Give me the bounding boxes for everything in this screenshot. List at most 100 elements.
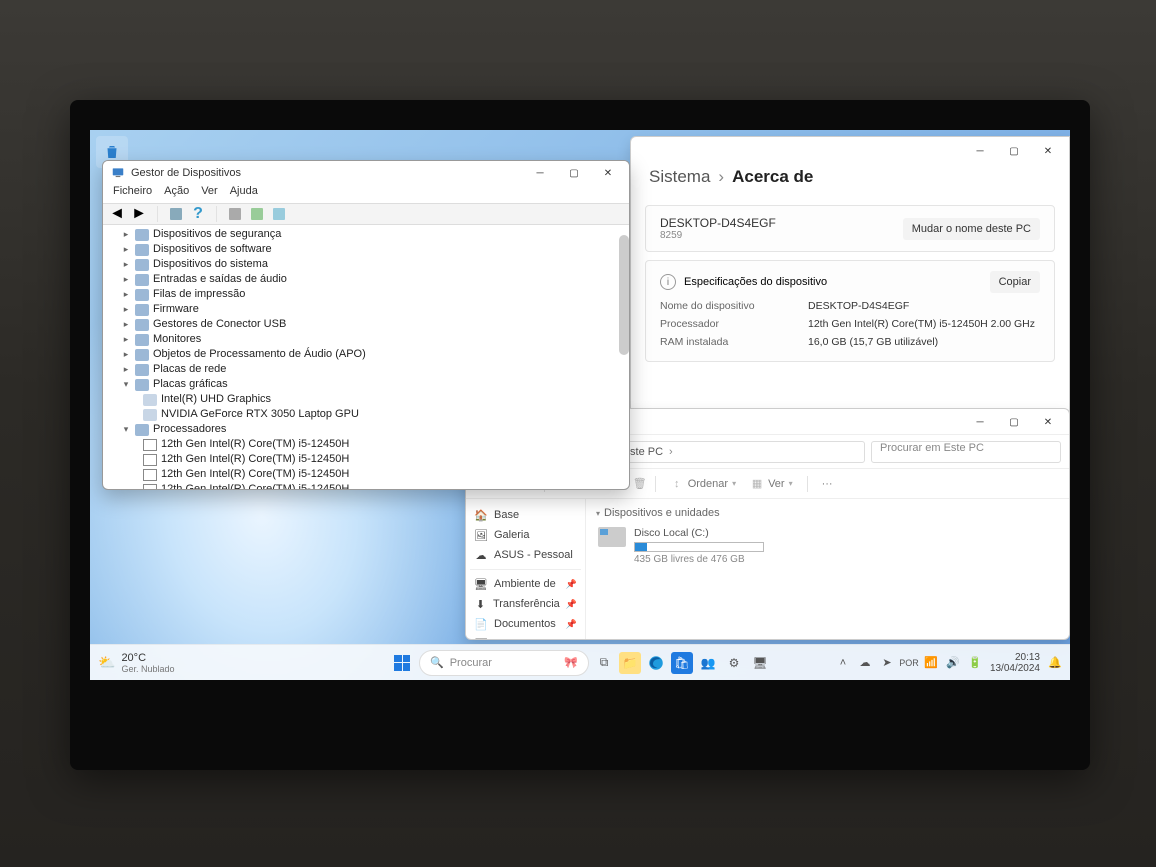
device-category[interactable]: ▸Entradas e saídas de áudio — [103, 272, 629, 287]
chevron-right-icon[interactable]: ▸ — [121, 257, 131, 272]
forward-icon[interactable]: ► — [129, 205, 149, 223]
taskbar-search[interactable]: 🔍 Procurar 🎀 — [419, 650, 589, 676]
minimize-button[interactable]: ─ — [963, 410, 997, 434]
clock-time: 20:13 — [990, 652, 1040, 663]
sidebar-item-home[interactable]: 🏠Base — [470, 505, 581, 525]
minimize-button[interactable]: ─ — [963, 139, 997, 163]
chevron-down-icon[interactable]: ▾ — [121, 422, 131, 437]
location-icon[interactable]: ➤ — [880, 656, 894, 670]
sidebar-item-label: Imagens — [494, 638, 536, 639]
device-item[interactable]: 12th Gen Intel(R) Core(TM) i5-12450H — [103, 452, 629, 467]
sidebar-item-doc[interactable]: 📄Documentos📌 — [470, 614, 581, 634]
maximize-button[interactable]: ▢ — [997, 139, 1031, 163]
device-category[interactable]: ▸Dispositivos de segurança — [103, 227, 629, 242]
maximize-button[interactable]: ▢ — [557, 161, 591, 185]
chevron-up-icon[interactable]: ˄ — [836, 656, 850, 670]
delete-icon[interactable]: 🗑 — [633, 477, 647, 491]
device-category[interactable]: ▸Gestores de Conector USB — [103, 317, 629, 332]
group-header[interactable]: ▾ Dispositivos e unidades — [596, 505, 1059, 523]
device-item[interactable]: Intel(R) UHD Graphics — [103, 392, 629, 407]
rename-pc-button[interactable]: Mudar o nome deste PC — [903, 218, 1040, 240]
chevron-right-icon[interactable]: ▸ — [121, 242, 131, 257]
chevron-right-icon[interactable]: ▸ — [121, 302, 131, 317]
menu-item-ação[interactable]: Ação — [164, 185, 189, 203]
device-label: NVIDIA GeForce RTX 3050 Laptop GPU — [161, 407, 359, 422]
explorer-search-input[interactable]: Procurar em Este PC — [871, 441, 1061, 463]
close-button[interactable]: ✕ — [1031, 410, 1065, 434]
maximize-button[interactable]: ▢ — [997, 410, 1031, 434]
notifications-icon[interactable]: 🔔 — [1048, 656, 1062, 670]
taskbar-clock[interactable]: 20:13 13/04/2024 — [990, 652, 1040, 674]
chevron-right-icon[interactable]: ▸ — [121, 347, 131, 362]
menu-item-ficheiro[interactable]: Ficheiro — [113, 185, 152, 203]
chevron-right-icon[interactable]: ▸ — [121, 362, 131, 377]
chevron-right-icon[interactable]: ▸ — [121, 272, 131, 287]
toolbar-icon[interactable] — [269, 205, 289, 223]
chevron-down-icon[interactable]: ▾ — [121, 377, 131, 392]
device-item[interactable]: 12th Gen Intel(R) Core(TM) i5-12450H — [103, 482, 629, 489]
drive-item[interactable]: Disco Local (C:) 435 GB livres de 476 GB — [596, 523, 1059, 569]
wifi-icon[interactable]: 📶 — [924, 656, 938, 670]
sidebar-item-gallery[interactable]: 🖼Galeria — [470, 525, 581, 545]
toolbar-icon[interactable] — [166, 205, 186, 223]
device-category[interactable]: ▾Processadores — [103, 422, 629, 437]
toolbar-icon[interactable] — [247, 205, 267, 223]
explorer-app-icon[interactable]: 📁 — [619, 652, 641, 674]
toolbar-icon[interactable] — [225, 205, 245, 223]
menu-item-ver[interactable]: Ver — [201, 185, 218, 203]
device-category[interactable]: ▸Filas de impressão — [103, 287, 629, 302]
minimize-button[interactable]: ─ — [523, 161, 557, 185]
download-icon: ⬇ — [474, 597, 487, 611]
teams-app-icon[interactable]: 👥 — [697, 652, 719, 674]
onedrive-icon[interactable]: ☁ — [858, 656, 872, 670]
copy-button[interactable]: Copiar — [990, 271, 1040, 293]
taskbar-weather[interactable]: ⛅ 20°C Ger. Nublado — [98, 652, 174, 674]
weather-desc: Ger. Nublado — [121, 664, 174, 674]
chevron-right-icon[interactable]: ▸ — [121, 287, 131, 302]
edge-app-icon[interactable] — [645, 652, 667, 674]
back-icon[interactable]: ◄ — [107, 205, 127, 223]
device-category[interactable]: ▸Firmware — [103, 302, 629, 317]
device-item[interactable]: 12th Gen Intel(R) Core(TM) i5-12450H — [103, 467, 629, 482]
device-manager-app-icon[interactable]: 🖥 — [749, 652, 771, 674]
device-category[interactable]: ▾Placas gráficas — [103, 377, 629, 392]
device-category[interactable]: ▸Monitores — [103, 332, 629, 347]
drive-icon — [598, 527, 626, 547]
breadcrumb-root[interactable]: Sistema — [649, 167, 710, 187]
sidebar-item-desktop[interactable]: 🖥Ambiente de📌 — [470, 574, 581, 594]
view-button[interactable]: ▦Ver▾ — [744, 474, 799, 494]
battery-icon[interactable]: 🔋 — [968, 656, 982, 670]
device-item[interactable]: NVIDIA GeForce RTX 3050 Laptop GPU — [103, 407, 629, 422]
scrollbar[interactable] — [617, 225, 629, 489]
task-view-button[interactable]: ⧉ — [593, 652, 615, 674]
device-manager-titlebar[interactable]: Gestor de Dispositivos ─ ▢ ✕ — [103, 161, 629, 185]
sidebar-item-download[interactable]: ⬇Transferência📌 — [470, 594, 581, 614]
close-button[interactable]: ✕ — [1031, 139, 1065, 163]
device-label: 12th Gen Intel(R) Core(TM) i5-12450H — [161, 482, 349, 489]
sort-button[interactable]: ↕Ordenar▾ — [664, 474, 742, 494]
volume-icon[interactable]: 🔊 — [946, 656, 960, 670]
separator — [470, 569, 581, 570]
device-category[interactable]: ▸Placas de rede — [103, 362, 629, 377]
settings-app-icon[interactable]: ⚙ — [723, 652, 745, 674]
menu-item-ajuda[interactable]: Ajuda — [230, 185, 258, 203]
device-category[interactable]: ▸Objetos de Processamento de Áudio (APO) — [103, 347, 629, 362]
store-app-icon[interactable]: 🛍 — [671, 652, 693, 674]
sidebar-item-image[interactable]: 🖼Imagens📌 — [470, 634, 581, 639]
more-button[interactable]: ··· — [816, 475, 839, 493]
help-icon[interactable]: ? — [188, 205, 208, 223]
device-tree[interactable]: ▸Dispositivos de segurança▸Dispositivos … — [103, 225, 629, 489]
device-item[interactable]: 12th Gen Intel(R) Core(TM) i5-12450H — [103, 437, 629, 452]
chevron-right-icon[interactable]: ▸ — [121, 317, 131, 332]
explorer-content[interactable]: ▾ Dispositivos e unidades Disco Local (C… — [586, 499, 1069, 639]
device-manager-window[interactable]: Gestor de Dispositivos ─ ▢ ✕ Ficheiro Açã… — [102, 160, 630, 490]
chevron-right-icon[interactable]: ▸ — [121, 227, 131, 242]
device-specs-card: i Especificações do dispositivo Copiar N… — [645, 260, 1055, 362]
language-indicator[interactable]: POR — [902, 656, 916, 670]
device-category[interactable]: ▸Dispositivos de software — [103, 242, 629, 257]
sidebar-item-cloud[interactable]: ☁ASUS - Pessoal — [470, 545, 581, 565]
start-button[interactable] — [389, 650, 415, 676]
close-button[interactable]: ✕ — [591, 161, 625, 185]
chevron-right-icon[interactable]: ▸ — [121, 332, 131, 347]
device-category[interactable]: ▸Dispositivos do sistema — [103, 257, 629, 272]
